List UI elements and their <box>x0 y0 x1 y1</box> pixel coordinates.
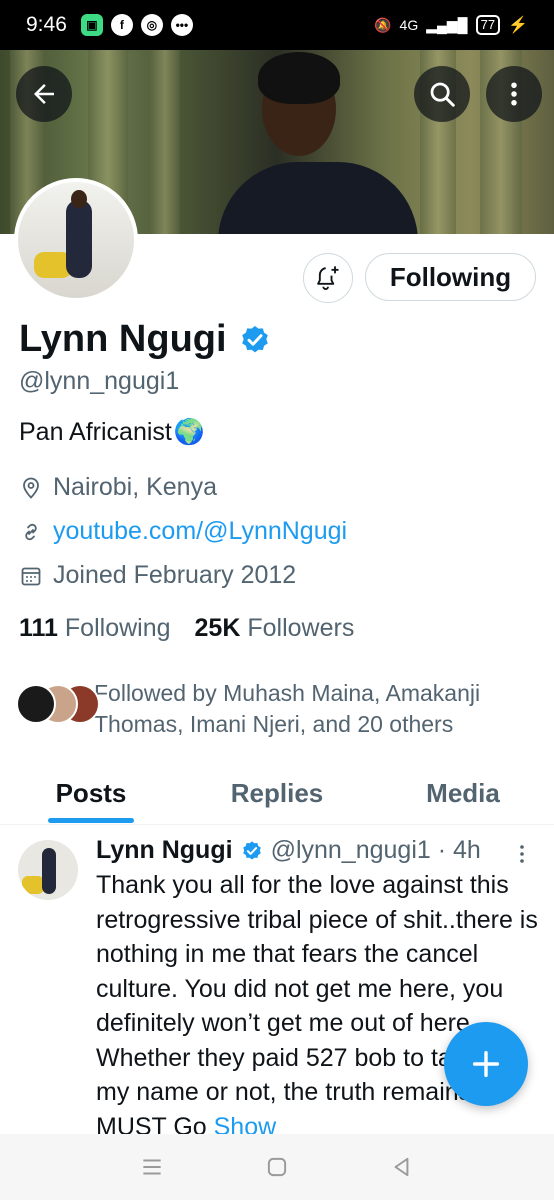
home-icon[interactable] <box>264 1154 290 1180</box>
verified-badge-icon[interactable] <box>239 324 271 356</box>
banner-person <box>218 162 418 234</box>
location-pin-icon <box>23 477 39 499</box>
compose-button[interactable] <box>444 1022 528 1106</box>
following-label: Following <box>64 614 171 642</box>
search-button[interactable] <box>414 66 470 122</box>
tab-replies[interactable]: Replies <box>200 762 354 824</box>
followed-by[interactable]: Followed by Muhash Maina, Amakanji Thoma… <box>16 678 536 740</box>
profile-website: youtube.com/@LynnNgugi <box>19 517 347 546</box>
tab-media[interactable]: Media <box>392 762 534 824</box>
calendar-icon <box>21 567 41 585</box>
signal-icon: ▂▄▆█ <box>426 16 468 33</box>
show-more-link[interactable]: Show <box>214 1113 277 1135</box>
arrow-left-icon <box>34 84 54 104</box>
globe-emoji: 🌍 <box>173 418 205 446</box>
chrome-icon: ◎ <box>140 14 163 36</box>
search-icon <box>430 82 455 107</box>
following-count: 111 <box>19 614 58 642</box>
profile-name-row: Lynn Ngugi <box>19 318 271 361</box>
post-handle-time: @lynn_ngugi1 · 4h <box>270 836 481 864</box>
followers-label: Followers <box>247 614 355 642</box>
messages-icon: ▣ <box>80 14 103 36</box>
chat-icon: ••• <box>170 14 193 36</box>
profile-name: Lynn Ngugi <box>19 318 227 360</box>
more-vertical-icon <box>511 82 517 106</box>
post-avatar[interactable] <box>18 840 78 900</box>
status-bar: 9:46 ▣ f ◎ ••• 🔕 4G ▂▄▆█ 77 ⚡ <box>0 0 554 50</box>
post-author[interactable]: Lynn Ngugi <box>96 836 233 865</box>
mute-icon: 🔕 <box>374 16 392 33</box>
avatar-figure <box>66 200 92 278</box>
system-nav-bar <box>0 1134 554 1200</box>
more-vertical-icon <box>520 845 524 863</box>
network-label: 4G <box>399 17 419 33</box>
bell-plus-icon <box>317 266 339 290</box>
verified-badge-icon <box>242 840 261 860</box>
followed-by-text: Followed by Muhash Maina, Amakanji Thoma… <box>94 680 481 737</box>
profile-bio: Pan Africanist 🌍 <box>19 418 205 447</box>
profile-avatar[interactable] <box>14 178 138 302</box>
banner-person-hair <box>258 52 340 104</box>
menu-icon[interactable] <box>139 1154 165 1180</box>
profile-location: Nairobi, Kenya <box>19 473 217 502</box>
active-tab-indicator <box>48 818 134 823</box>
link-icon <box>25 523 37 540</box>
following-button[interactable]: Following <box>365 253 536 301</box>
profile-handle: @lynn_ngugi1 <box>19 367 180 395</box>
facebook-icon: f <box>110 14 133 36</box>
more-button[interactable] <box>486 66 542 122</box>
back-button[interactable] <box>16 66 72 122</box>
charging-icon: ⚡ <box>508 17 528 34</box>
tab-posts[interactable]: Posts <box>20 762 162 824</box>
notifications-button[interactable] <box>303 253 353 303</box>
bio-text: Pan Africanist <box>19 418 172 446</box>
avatar-figure-head <box>71 190 87 208</box>
banner-bamboo <box>150 50 180 234</box>
plus-icon <box>472 1050 500 1078</box>
location-text: Nairobi, Kenya <box>53 473 217 501</box>
avatar <box>16 684 56 724</box>
post-more-button[interactable] <box>510 842 534 871</box>
profile-joined: Joined February 2012 <box>19 561 296 590</box>
battery-level: 77 <box>475 15 501 35</box>
followed-by-avatars <box>16 678 100 724</box>
following-stat[interactable]: 111 Following <box>19 614 171 643</box>
status-time: 9:46 <box>26 13 67 36</box>
status-right: 🔕 4G ▂▄▆█ 77 ⚡ <box>374 0 528 50</box>
followers-stat[interactable]: 25K Followers <box>195 614 355 643</box>
website-link[interactable]: youtube.com/@LynnNgugi <box>53 517 347 546</box>
back-nav-icon[interactable] <box>389 1154 415 1180</box>
post-header: Lynn Ngugi @lynn_ngugi1 · 4h <box>96 836 481 865</box>
profile-stats: 111 Following 25K Followers <box>19 614 354 643</box>
followers-count: 25K <box>194 614 241 642</box>
status-app-icons: ▣ f ◎ ••• <box>80 14 193 36</box>
joined-text: Joined February 2012 <box>53 561 297 589</box>
profile-tabs: Posts Replies Media <box>0 762 554 825</box>
